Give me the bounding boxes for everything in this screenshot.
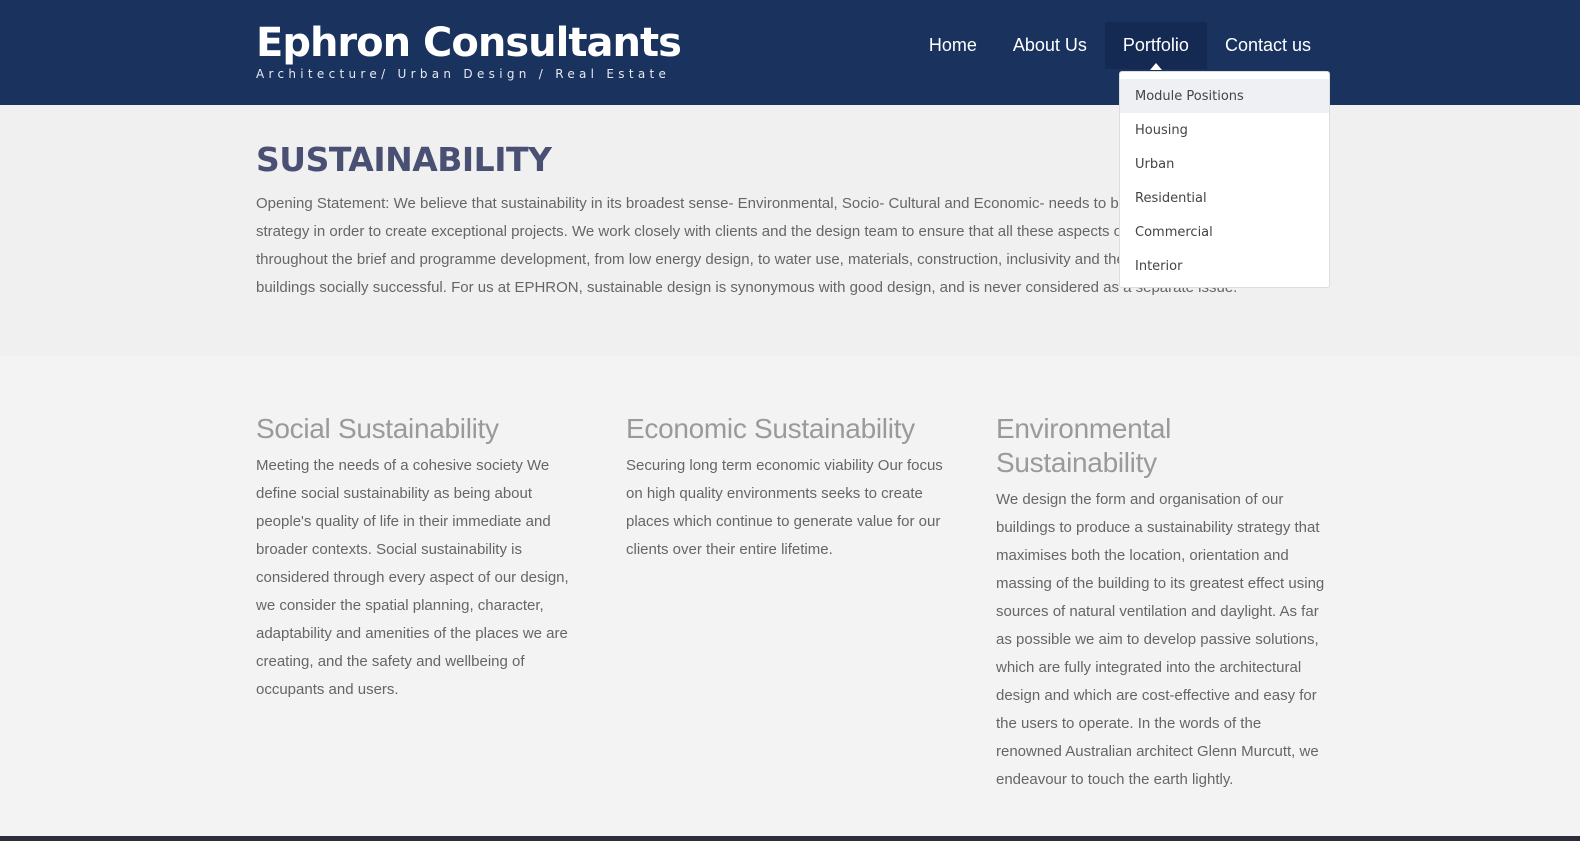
nav-item-about-us[interactable]: About Us [995,22,1105,69]
site-title[interactable]: Ephron Consultants [256,18,682,68]
dropdown-item-housing[interactable]: Housing [1120,113,1329,147]
column-text: Securing long term economic viability Ou… [626,457,943,558]
main-nav: Home About Us Portfolio Contact us [911,22,1329,70]
dropdown-item-module-positions[interactable]: Module Positions [1120,79,1329,113]
economic-sustainability-column: Economic Sustainability Securing long te… [626,412,956,564]
nav-item-portfolio[interactable]: Portfolio [1104,22,1207,70]
site-tagline: Architecture/ Urban Design / Real Estate [256,67,671,81]
dropdown-item-urban[interactable]: Urban [1120,147,1329,181]
environmental-sustainability-column: Environmental Sustainability We design t… [996,412,1326,794]
column-text: Meeting the needs of a cohesive society … [256,457,569,698]
column-text: We design the form and organisation of o… [996,491,1325,788]
dropdown-item-interior[interactable]: Interior [1120,249,1329,283]
site-header: Ephron Consultants Architecture/ Urban D… [0,0,1580,105]
column-heading: Social Sustainability [256,413,499,444]
dropdown-item-commercial[interactable]: Commercial [1120,215,1329,249]
column-heading: Economic Sustainability [626,413,915,444]
nav-item-contact-us[interactable]: Contact us [1207,22,1329,69]
nav-item-home[interactable]: Home [911,22,995,69]
portfolio-dropdown-menu: Module Positions Housing Urban Residenti… [1119,71,1330,288]
footer-divider [0,836,1580,841]
social-sustainability-column: Social Sustainability Meeting the needs … [256,412,586,704]
column-heading: Environmental Sustainability [996,413,1172,478]
dropdown-item-residential[interactable]: Residential [1120,181,1329,215]
site-brand[interactable]: Ephron Consultants Architecture/ Urban D… [256,18,682,81]
